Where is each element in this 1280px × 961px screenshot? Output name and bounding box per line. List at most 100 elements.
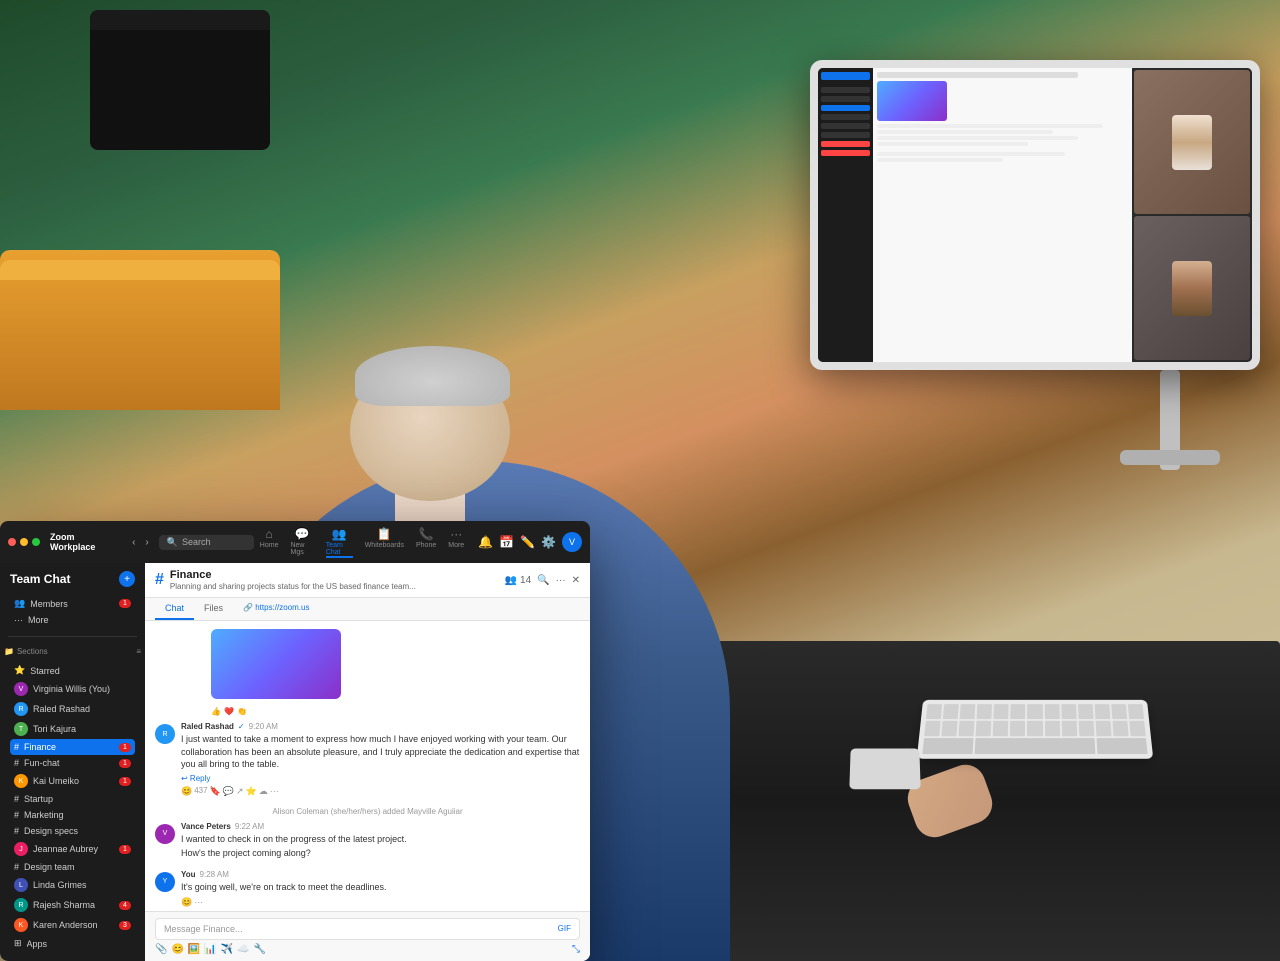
sidebar-item-designteam[interactable]: # Design team [10, 859, 135, 875]
cloud-icon[interactable]: ☁️ [237, 944, 249, 955]
search-chat-icon[interactable]: 🔍 [537, 575, 549, 586]
more-actions[interactable]: ··· [270, 786, 279, 797]
sidebar-item-members[interactable]: 👥 Members 1 [10, 595, 135, 612]
tori-label: Tori Kajura [33, 724, 131, 734]
sidebar-title: Team Chat [10, 572, 70, 586]
reply-button[interactable]: ↩ Reply [181, 774, 210, 783]
ellipsis-icon[interactable]: ··· [556, 575, 566, 586]
filter-icon[interactable]: ≡ [136, 647, 141, 656]
sidebar-channels-section: ⭐ Starred V Virginia Willis (You) R Rale… [0, 658, 145, 956]
sidebar-item-apps[interactable]: ⊞ Apps [10, 935, 135, 952]
startup-label: Startup [24, 794, 131, 804]
members-count-icon[interactable]: 👥 14 [505, 575, 531, 586]
reaction-clap[interactable]: 👏 [237, 707, 247, 716]
minimize-dot[interactable] [20, 538, 28, 546]
designteam-icon: # [14, 862, 19, 872]
close-chat-icon[interactable]: ✕ [572, 575, 580, 586]
forward-action[interactable]: ↗ [236, 786, 244, 797]
close-dot[interactable] [8, 538, 16, 546]
message-input[interactable]: Message Finance... GIF [155, 918, 580, 940]
emoji-action[interactable]: 😊 [181, 786, 192, 797]
chat-messages[interactable]: 👍 ❤️ 👏 R Raled Rashad ✓ 9:20 AM I [145, 621, 590, 911]
upload-action[interactable]: ☁ [259, 786, 268, 797]
attachment-icon[interactable]: 📎 [155, 944, 167, 955]
you-msg-text-1: It's going well, we're on track to meet … [181, 881, 580, 894]
sidebar-item-designspecs[interactable]: # Design specs [10, 823, 135, 839]
vance-msg-avatar: V [155, 824, 175, 844]
nav-teamchat[interactable]: 👥 Team Chat [326, 527, 353, 558]
edit-icon[interactable]: ✏️ [520, 535, 535, 549]
notification-icon[interactable]: 🔔 [478, 535, 493, 549]
more-you-actions[interactable]: ··· [194, 897, 203, 908]
chart-icon[interactable]: 📊 [204, 944, 216, 955]
finance-label: Finance [24, 742, 114, 752]
app-logo: Zoom Workplace [50, 532, 118, 552]
nav-phone[interactable]: 📞 Phone [416, 527, 436, 558]
user-avatar[interactable]: V [562, 532, 582, 552]
settings-icon[interactable]: ⚙️ [541, 535, 556, 549]
reaction-thumbs[interactable]: 👍 [211, 707, 221, 716]
starred-label: Starred [30, 666, 131, 676]
kai-badge: 1 [119, 777, 131, 786]
virginia-avatar: V [14, 682, 28, 696]
react-action[interactable]: 💬 [223, 786, 234, 797]
back-button[interactable]: ‹ [128, 535, 139, 550]
more-dots-icon: ··· [14, 615, 23, 625]
funchat-badge: 1 [119, 759, 131, 768]
gif-icon[interactable]: GIF [558, 924, 571, 933]
maximize-dot[interactable] [32, 538, 40, 546]
nav-more[interactable]: ··· More [448, 527, 464, 558]
search-placeholder: Search [182, 537, 211, 547]
nav-phone-label: Phone [416, 542, 436, 549]
nav-back-forward[interactable]: ‹ › [128, 535, 153, 550]
sidebar-item-jeannae[interactable]: J Jeannae Aubrey 1 [10, 839, 135, 859]
bookmark-action[interactable]: 🔖 [210, 786, 221, 797]
sidebar-item-funchat[interactable]: # Fun-chat 1 [10, 755, 135, 771]
nav-home[interactable]: ⌂ Home [260, 527, 279, 558]
phone-icon: 📞 [419, 527, 434, 541]
search-bar[interactable]: 🔍 Search [159, 535, 254, 550]
emoji-picker-icon[interactable]: 😊 [171, 944, 183, 955]
sidebar-item-kai[interactable]: K Kai Umeiko 1 [10, 771, 135, 791]
nav-newmgs[interactable]: 💬 New Mgs [290, 527, 313, 558]
new-chat-button[interactable]: + [119, 571, 135, 587]
sidebar-item-tori[interactable]: T Tori Kajura [10, 719, 135, 739]
nav-whiteboards[interactable]: 📋 Whiteboards [365, 527, 404, 558]
nav-newmgs-label: New Mgs [290, 542, 313, 556]
tool-icon[interactable]: 🔧 [254, 944, 266, 955]
sidebar-item-more[interactable]: ··· More [10, 612, 135, 628]
tab-files[interactable]: Files [194, 598, 233, 620]
calendar-icon[interactable]: 📅 [499, 535, 514, 549]
forward-button[interactable]: › [141, 535, 152, 550]
sidebar-item-marketing[interactable]: # Marketing [10, 807, 135, 823]
you-msg-avatar-1: Y [155, 872, 175, 892]
raled-sender-name: Raled Rashad [181, 722, 234, 731]
sidebar-item-karen[interactable]: K Karen Anderson 3 [10, 915, 135, 935]
reaction-heart[interactable]: ❤️ [224, 707, 234, 716]
top-nav: ⌂ Home 💬 New Mgs 👥 Team Chat 📋 Whiteboar… [260, 527, 464, 558]
linda-avatar: L [14, 878, 28, 892]
nav-whiteboards-label: Whiteboards [365, 542, 404, 549]
sidebar-item-linda[interactable]: L Linda Grimes [10, 875, 135, 895]
karen-avatar: K [14, 918, 28, 932]
reply-count[interactable]: 437 [194, 786, 207, 797]
sidebar-item-virginia[interactable]: V Virginia Willis (You) [10, 679, 135, 699]
channel-link[interactable]: 🔗 https://zoom.us [237, 598, 315, 620]
send-icon[interactable]: ✈️ [221, 944, 233, 955]
image-icon[interactable]: 🖼️ [188, 944, 200, 955]
designspecs-icon: # [14, 826, 19, 836]
sidebar-item-rajesh[interactable]: R Rajesh Sharma 4 [10, 895, 135, 915]
sidebar-header: Team Chat + [0, 563, 145, 591]
sidebar-item-startup[interactable]: # Startup [10, 791, 135, 807]
emoji-you-action[interactable]: 😊 [181, 897, 192, 908]
message-vance: V Vance Peters 9:22 AM I wanted to check… [155, 822, 580, 860]
sidebar-item-raled[interactable]: R Raled Rashad [10, 699, 135, 719]
expand-icon[interactable]: ⤡ [572, 944, 580, 955]
sidebar-item-finance[interactable]: # Finance 1 [10, 739, 135, 755]
tab-chat[interactable]: Chat [155, 598, 194, 620]
sidebar-item-starred[interactable]: ⭐ Starred [10, 662, 135, 679]
star-action[interactable]: ⭐ [246, 786, 257, 797]
rajesh-avatar: R [14, 898, 28, 912]
top-bar: Zoom Workplace ‹ › 🔍 Search ⌂ Home 💬 New… [0, 521, 590, 563]
raled-msg-meta: Raled Rashad ✓ 9:20 AM [181, 722, 580, 731]
